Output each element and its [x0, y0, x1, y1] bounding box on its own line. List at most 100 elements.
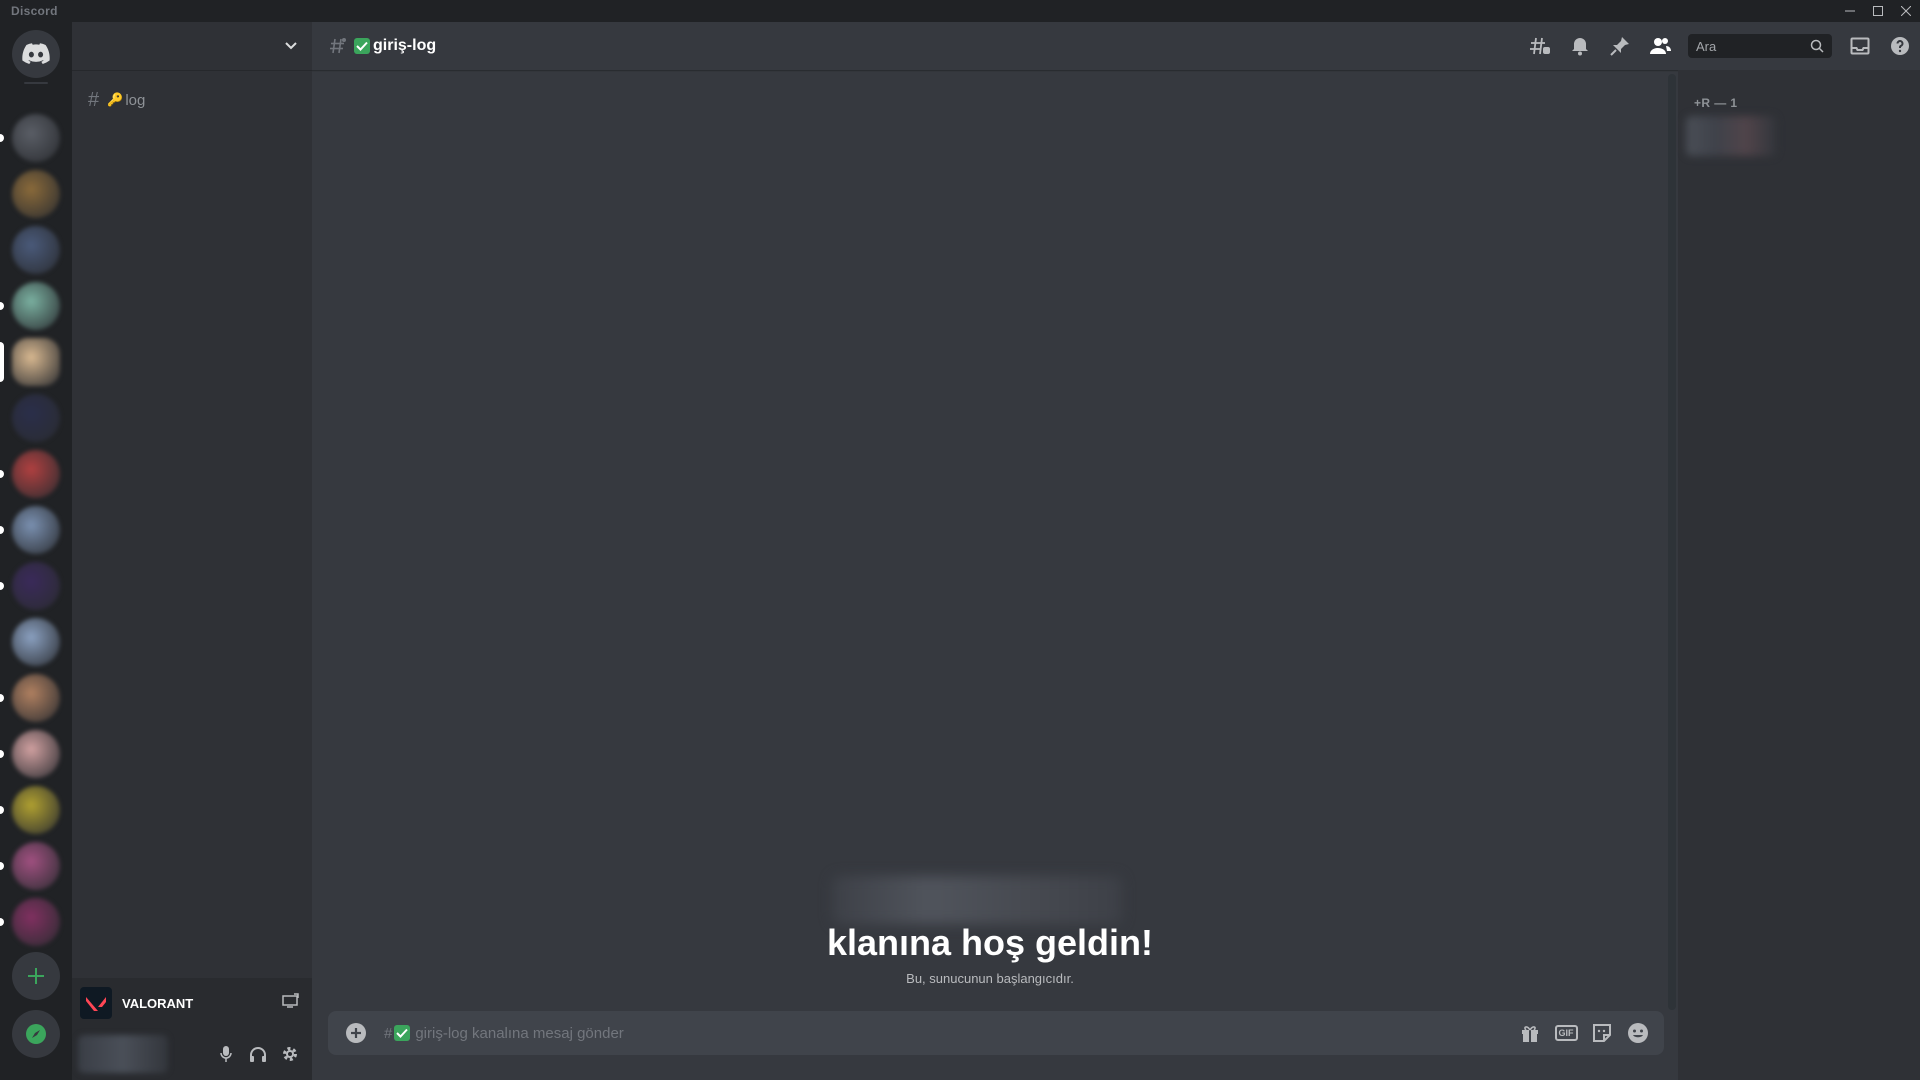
server-list: [0, 22, 72, 1080]
mute-button[interactable]: [210, 1038, 242, 1070]
minimize-button[interactable]: [1836, 0, 1864, 22]
sticker-icon: [1593, 1024, 1611, 1042]
message-composer: # GIF: [328, 1011, 1664, 1055]
chat-area: giriş-log klanına hoş geldin! Bu, sunucu…: [312, 22, 1920, 1080]
compass-icon: [26, 1024, 46, 1044]
channel-sidebar: # 🔑 log VALORANT: [72, 22, 312, 1080]
title-bar: Discord: [0, 0, 1920, 22]
plus-circle-icon: [346, 1023, 366, 1043]
selected-server-indicator: [0, 342, 4, 382]
settings-button[interactable]: [274, 1038, 306, 1070]
channel-name: giriş-log: [373, 37, 437, 54]
server-icon[interactable]: [12, 226, 60, 274]
emoji-button[interactable]: [1620, 1015, 1656, 1051]
channel-label: log: [125, 91, 146, 109]
server-icon[interactable]: [12, 506, 60, 554]
message-input[interactable]: [415, 1024, 1512, 1042]
gif-icon: GIF: [1554, 1025, 1578, 1041]
channel-title: giriş-log: [354, 37, 436, 55]
server-icon[interactable]: [12, 674, 60, 722]
members-icon: [1650, 38, 1671, 54]
explore-servers-button[interactable]: [12, 1010, 60, 1058]
unread-indicator: [0, 470, 4, 478]
chevron-down-icon: [285, 42, 297, 50]
activity-panel: VALORANT: [72, 978, 312, 1028]
gift-button[interactable]: [1512, 1015, 1548, 1051]
pinned-messages-button[interactable]: [1608, 34, 1632, 58]
activity-game-name: VALORANT: [122, 995, 194, 1011]
unread-indicator: [0, 694, 4, 702]
server-icon[interactable]: [12, 618, 60, 666]
close-window-button[interactable]: [1892, 0, 1920, 22]
gif-button[interactable]: GIF: [1548, 1015, 1584, 1051]
notifications-button[interactable]: [1568, 34, 1592, 58]
server-separator: [24, 82, 48, 84]
threads-button[interactable]: [1528, 34, 1552, 58]
help-icon: [1891, 37, 1909, 55]
attach-button[interactable]: [328, 1011, 384, 1055]
unread-indicator: [0, 806, 4, 814]
pin-icon: [1610, 37, 1629, 56]
emoji-icon: [1628, 1023, 1648, 1043]
add-server-button[interactable]: [12, 952, 60, 1000]
screen-share-icon[interactable]: [282, 993, 300, 1014]
server-icon[interactable]: [12, 394, 60, 442]
inbox-icon: [1850, 37, 1870, 55]
unread-indicator: [0, 134, 4, 142]
user-panel: [72, 1028, 312, 1080]
server-icon[interactable]: [12, 842, 60, 890]
channel-emoji: 🔑: [107, 92, 124, 107]
server-icon[interactable]: [12, 338, 60, 386]
microphone-icon: [220, 1046, 232, 1062]
server-name-redacted: [832, 876, 1122, 924]
user-info[interactable]: [78, 1035, 168, 1073]
valorant-logo-icon: [80, 987, 112, 1019]
sticker-button[interactable]: [1584, 1015, 1620, 1051]
search-input[interactable]: [1696, 38, 1796, 54]
server-icon[interactable]: [12, 730, 60, 778]
gear-icon: [283, 1047, 297, 1061]
channel-header: giriş-log: [312, 22, 1920, 70]
server-icon[interactable]: [12, 898, 60, 946]
check-mark-icon: [354, 38, 370, 54]
member-item[interactable]: [1686, 116, 1776, 156]
channel-item-log[interactable]: # 🔑 log: [80, 84, 304, 116]
check-mark-icon: [394, 1025, 411, 1041]
hashtag-icon: #: [88, 88, 100, 111]
search-icon: [1810, 39, 1824, 53]
plus-icon: [28, 968, 44, 984]
text-channel-icon: [330, 38, 346, 54]
unread-indicator: [0, 750, 4, 758]
deafen-button[interactable]: [242, 1038, 274, 1070]
member-list: +R — 1: [1678, 70, 1920, 1080]
server-icon[interactable]: [12, 786, 60, 834]
server-icon[interactable]: [12, 170, 60, 218]
server-icon[interactable]: [12, 282, 60, 330]
home-button[interactable]: [12, 30, 60, 78]
server-icon[interactable]: [12, 114, 60, 162]
message-scrollbar[interactable]: [1668, 74, 1676, 1010]
unread-indicator: [0, 526, 4, 534]
unread-indicator: [0, 918, 4, 926]
app-name: Discord: [11, 4, 58, 18]
unread-indicator: [0, 862, 4, 870]
search-bar[interactable]: [1688, 34, 1832, 58]
member-list-button[interactable]: [1648, 34, 1672, 58]
role-header: +R — 1: [1694, 96, 1738, 110]
help-button[interactable]: [1888, 34, 1912, 58]
welcome-subtitle: Bu, sunucunun başlangıcıdır.: [906, 971, 1074, 986]
server-header[interactable]: [72, 22, 312, 70]
unread-indicator: [0, 582, 4, 590]
threads-icon: [1530, 37, 1550, 55]
server-icon[interactable]: [12, 562, 60, 610]
inbox-button[interactable]: [1848, 34, 1872, 58]
composer-channel-prefix: #: [384, 1025, 413, 1042]
maximize-button[interactable]: [1864, 0, 1892, 22]
discord-logo-icon: [22, 43, 50, 64]
server-icon[interactable]: [12, 450, 60, 498]
gift-icon: [1522, 1026, 1538, 1042]
message-list: klanına hoş geldin! Bu, sunucunun başlan…: [312, 70, 1668, 1010]
welcome-title: klanına hoş geldin!: [826, 922, 1154, 963]
headphones-icon: [250, 1047, 266, 1062]
unread-indicator: [0, 302, 4, 310]
